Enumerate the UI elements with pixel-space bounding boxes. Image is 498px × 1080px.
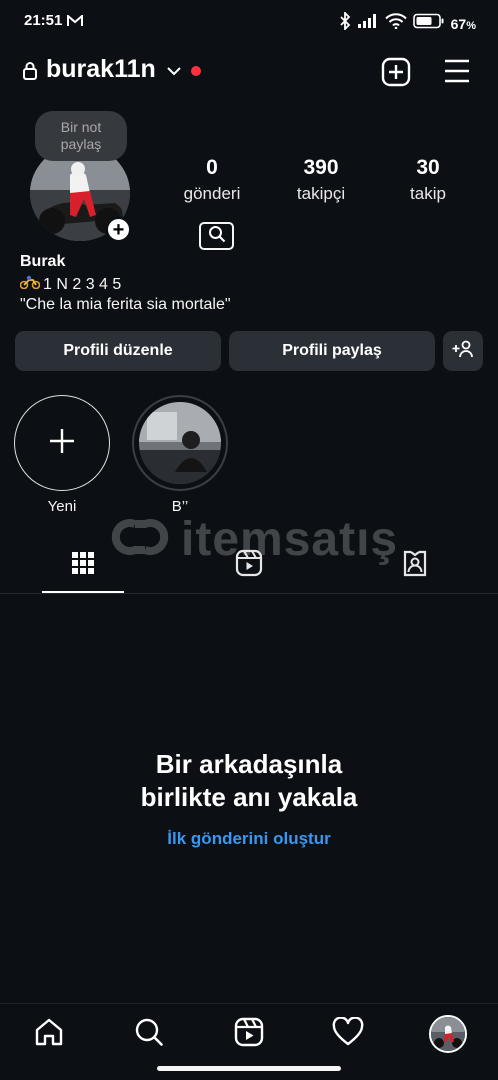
highlight-cover	[139, 402, 221, 484]
wifi-icon	[384, 13, 407, 34]
nav-reels[interactable]	[231, 1016, 267, 1052]
discover-people-button[interactable]	[443, 331, 483, 371]
edit-profile-button[interactable]: Profili düzenle	[15, 331, 221, 371]
nav-profile-avatar[interactable]	[429, 1015, 467, 1053]
add-user-icon	[452, 340, 474, 363]
bluetooth-icon	[339, 10, 351, 35]
menu-icon[interactable]	[443, 57, 471, 90]
home-indicator	[157, 1066, 341, 1071]
search-icon	[207, 224, 227, 249]
highlight-new[interactable]: Yeni	[14, 395, 110, 515]
nav-activity[interactable]	[330, 1015, 366, 1052]
search-profile-button[interactable]	[199, 222, 234, 250]
active-tab-indicator	[42, 591, 124, 593]
tab-reels[interactable]	[229, 548, 269, 582]
highlight-circle[interactable]	[132, 395, 228, 491]
stat-value: 0	[206, 156, 218, 179]
tagged-icon	[401, 549, 429, 582]
bio-text: 1 N 2 3 4 5	[43, 275, 122, 293]
tab-tagged[interactable]	[395, 548, 435, 582]
stat-label: gönderi	[183, 184, 241, 203]
stat-following[interactable]: 30 takip	[392, 156, 464, 204]
battery-level: 67%	[450, 15, 476, 32]
heart-icon	[332, 1015, 364, 1052]
profile-name: Burak	[20, 253, 66, 270]
reels-icon	[234, 1017, 264, 1052]
status-time: 21:51	[24, 12, 63, 29]
signal-icon	[357, 13, 379, 34]
stat-value: 390	[303, 156, 339, 179]
battery-icon	[412, 13, 445, 34]
new-highlight-circle[interactable]	[14, 395, 110, 491]
notification-dot	[191, 66, 201, 76]
create-first-post-link[interactable]: İlk gönderini oluştur	[0, 829, 498, 849]
content-tabs	[0, 540, 498, 594]
stat-posts[interactable]: 0 gönderi	[172, 156, 252, 204]
empty-title-line: Bir arkadaşınla	[155, 749, 343, 779]
nav-search[interactable]	[131, 1016, 167, 1052]
nav-home[interactable]	[31, 1016, 67, 1052]
reels-icon	[235, 549, 263, 582]
stat-label: takip	[410, 184, 446, 203]
grid-icon	[71, 551, 95, 580]
empty-state-title: Bir arkadaşınla birlikte anı yakala	[0, 748, 498, 814]
status-bar: 21:51 67%	[0, 0, 498, 44]
username[interactable]: burak11n	[46, 55, 156, 84]
highlight-item[interactable]: B’’	[132, 395, 228, 515]
create-post-icon[interactable]	[381, 57, 411, 92]
lock-icon	[22, 61, 38, 86]
empty-title-line: birlikte anı yakala	[140, 782, 358, 812]
plus-icon	[48, 427, 76, 460]
motorcycle-emoji-icon	[19, 275, 41, 294]
search-icon	[134, 1017, 164, 1052]
tab-posts[interactable]	[63, 548, 103, 582]
bio-quote: "Che la mia ferita sia mortale"	[20, 296, 231, 313]
status-icons: 67%	[339, 10, 476, 35]
highlight-label: Yeni	[47, 498, 77, 515]
stat-value: 30	[416, 156, 440, 179]
profile-header: burak11n	[0, 52, 498, 92]
chevron-down-icon[interactable]	[166, 64, 182, 82]
home-icon	[34, 1017, 64, 1052]
gmail-icon	[67, 13, 83, 32]
stat-followers[interactable]: 390 takipçi	[278, 156, 364, 204]
add-story-icon[interactable]: +	[105, 216, 132, 243]
stat-label: takipçi	[296, 184, 346, 203]
note-bubble[interactable]: Bir not paylaş	[35, 111, 127, 161]
share-profile-button[interactable]: Profili paylaş	[229, 331, 435, 371]
bio-line: 1 N 2 3 4 5	[19, 275, 122, 294]
profile-screen: 21:51 67% burak11n + Bir not paylaş 0 gö…	[0, 0, 498, 1080]
